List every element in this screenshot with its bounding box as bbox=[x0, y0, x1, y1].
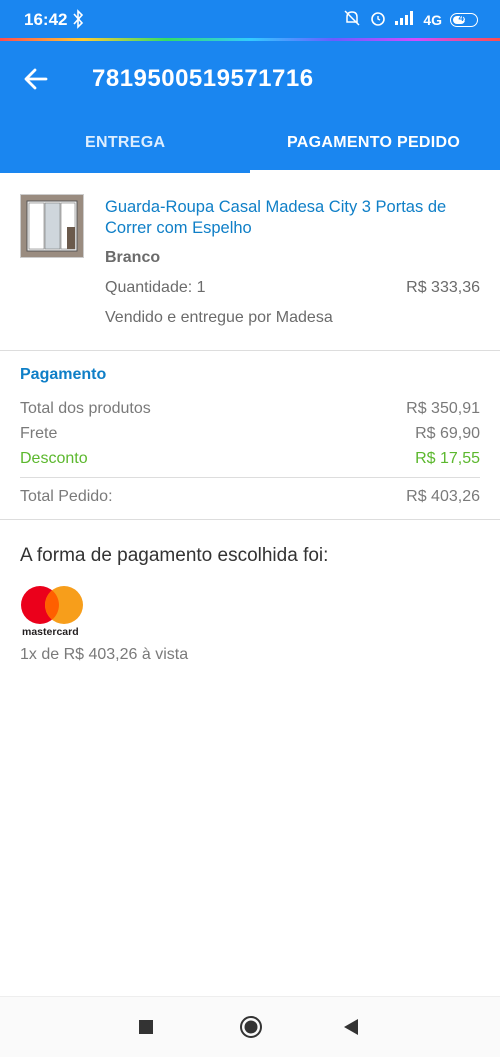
product-title-link[interactable]: Guarda-Roupa Casal Madesa City 3 Portas … bbox=[105, 197, 485, 239]
back-nav-icon[interactable] bbox=[343, 1018, 359, 1041]
app-bar: 7819500519571716 ENTREGA PAGAMENTO PEDID… bbox=[0, 41, 500, 173]
payment-row-value: R$ 17,55 bbox=[415, 450, 480, 467]
payment-row-value: R$ 350,91 bbox=[406, 400, 480, 417]
product-card[interactable]: Guarda-Roupa Casal Madesa City 3 Portas … bbox=[0, 173, 500, 350]
network-type: 4G bbox=[423, 11, 442, 28]
installment-info: 1x de R$ 403,26 à vista bbox=[20, 646, 189, 663]
product-price: R$ 333,36 bbox=[406, 279, 480, 296]
bluetooth-icon bbox=[72, 9, 84, 34]
battery-level: 41 bbox=[458, 12, 470, 24]
card-brand-text: mastercard bbox=[22, 626, 79, 638]
payment-row-products: Total dos produtos R$ 350,91 bbox=[20, 400, 480, 418]
payment-method-title: A forma de pagamento escolhida foi: bbox=[20, 545, 329, 566]
status-bar: 16:42 4G 41 bbox=[0, 0, 500, 40]
product-seller: Vendido e entregue por Madesa bbox=[105, 309, 333, 326]
payment-row-discount: Desconto R$ 17,55 bbox=[20, 450, 480, 468]
total-divider bbox=[20, 477, 480, 478]
section-divider bbox=[0, 350, 500, 351]
mute-notifications-icon bbox=[343, 9, 361, 30]
total-label: Total Pedido: bbox=[20, 488, 113, 505]
recent-apps-icon[interactable] bbox=[138, 1019, 154, 1040]
status-time: 16:42 bbox=[24, 10, 68, 29]
product-color: Branco bbox=[105, 249, 161, 266]
mastercard-logo-icon: mastercard bbox=[20, 586, 86, 638]
tab-pagamento-pedido[interactable]: PAGAMENTO PEDIDO bbox=[287, 134, 460, 152]
status-icons: 4G 41 bbox=[343, 9, 478, 30]
alarm-icon bbox=[369, 9, 387, 30]
order-number-title: 7819500519571716 bbox=[92, 65, 314, 92]
back-arrow-icon[interactable] bbox=[22, 65, 50, 93]
home-icon[interactable] bbox=[239, 1015, 263, 1044]
signal-icon bbox=[395, 11, 415, 28]
total-value: R$ 403,26 bbox=[406, 488, 480, 505]
system-nav-bar bbox=[0, 996, 500, 1057]
payment-row-total: Total Pedido: R$ 403,26 bbox=[20, 488, 480, 506]
section-divider bbox=[0, 519, 500, 520]
battery-icon: 41 bbox=[450, 12, 478, 27]
payment-row-value: R$ 69,90 bbox=[415, 425, 480, 442]
payment-row-shipping: Frete R$ 69,90 bbox=[20, 425, 480, 443]
payment-row-label: Total dos produtos bbox=[20, 400, 151, 417]
product-quantity: Quantidade: 1 bbox=[105, 279, 206, 296]
payment-section-title: Pagamento bbox=[20, 366, 107, 383]
payment-row-label: Frete bbox=[20, 425, 58, 442]
product-thumbnail[interactable] bbox=[20, 194, 84, 258]
tab-entrega[interactable]: ENTREGA bbox=[85, 134, 165, 152]
payment-row-label: Desconto bbox=[20, 450, 88, 467]
